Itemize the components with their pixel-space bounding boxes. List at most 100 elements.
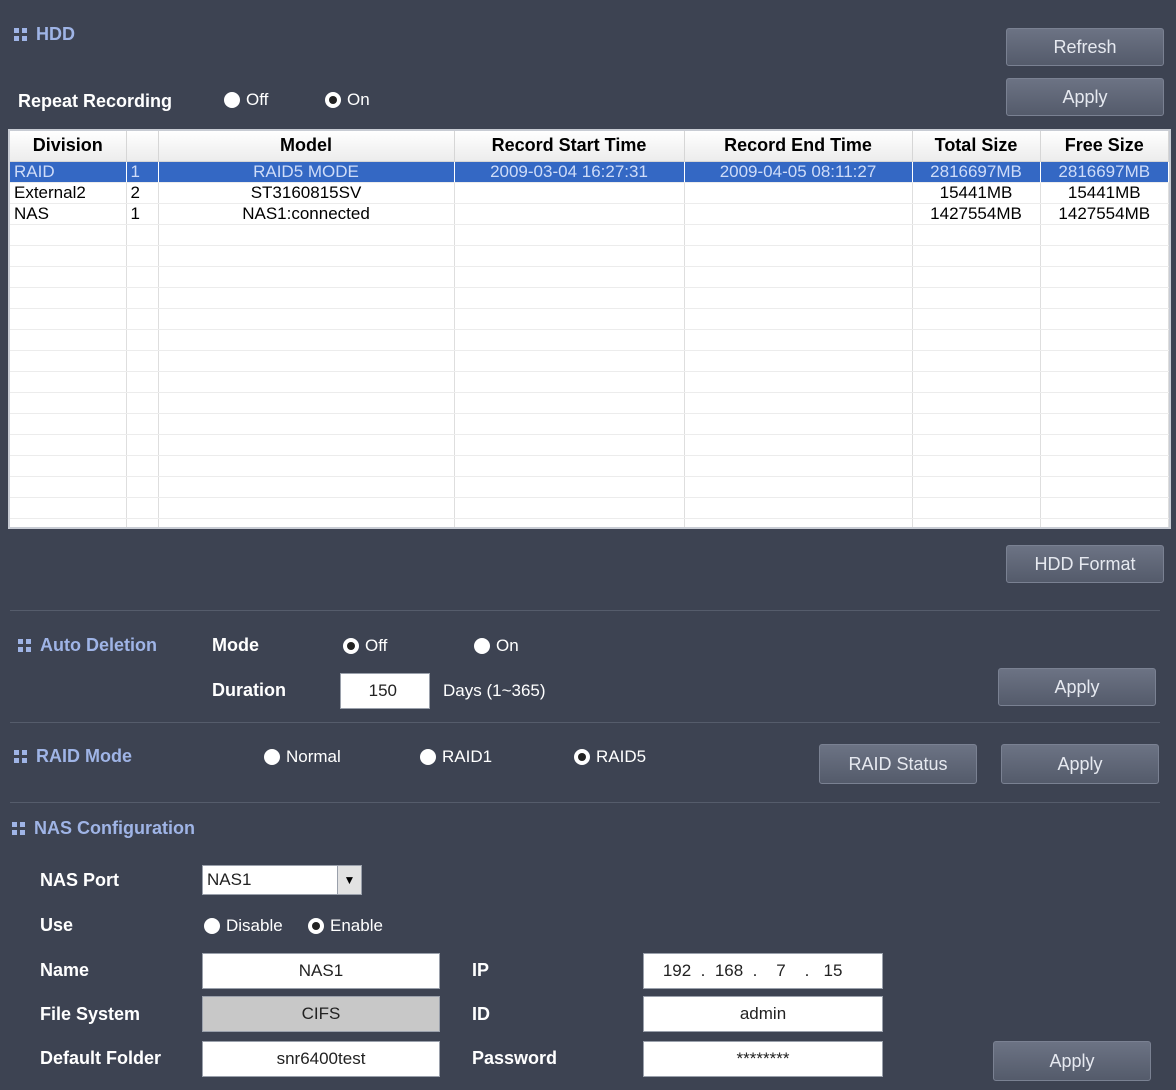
default-folder-input[interactable]: snr6400test [202, 1041, 440, 1077]
empty-row [10, 518, 1169, 527]
cell-start: 2009-03-04 16:27:31 [454, 161, 685, 183]
id-input[interactable]: admin [643, 996, 883, 1032]
radio-icon [474, 638, 490, 654]
grip-icon [12, 822, 25, 835]
nas-port-label: NAS Port [40, 870, 120, 890]
refresh-button[interactable]: Refresh [1006, 28, 1164, 66]
radio-label: Normal [286, 747, 341, 766]
col-model[interactable]: Model [158, 131, 455, 162]
table-row[interactable]: RAID 1 RAID5 MODE 2009-03-04 16:27:31 20… [10, 161, 1169, 183]
repeat-recording-off-radio[interactable]: Off [224, 90, 268, 110]
cell-total: 15441MB [912, 182, 1041, 204]
grip-icon [14, 750, 27, 763]
raid-status-button[interactable]: RAID Status [819, 744, 977, 784]
col-free-size[interactable]: Free Size [1040, 131, 1169, 162]
col-total-size[interactable]: Total Size [912, 131, 1041, 162]
empty-row [10, 308, 1169, 330]
password-label: Password [472, 1048, 558, 1068]
cell-total: 1427554MB [912, 203, 1041, 225]
cell-division: NAS [10, 203, 127, 225]
mode-label: Mode [212, 635, 259, 655]
cell-free: 2816697MB [1040, 161, 1169, 183]
hdd-section-title: HDD [14, 24, 75, 45]
col-number[interactable] [126, 131, 159, 162]
hdd-format-button[interactable]: HDD Format [1006, 545, 1164, 583]
section-divider [10, 610, 1160, 611]
table-row[interactable]: NAS 1 NAS1:connected 1427554MB 1427554MB [10, 203, 1169, 225]
duration-hint: Days (1~365) [443, 681, 546, 700]
raid-mode-title: RAID Mode [36, 746, 132, 766]
radio-label: Off [365, 636, 388, 655]
radio-icon [224, 92, 240, 108]
use-disable-radio[interactable]: Disable [204, 916, 283, 936]
col-record-end-time[interactable]: Record End Time [684, 131, 913, 162]
ip-dot: . [804, 961, 810, 980]
nas-name-input[interactable]: NAS1 [202, 953, 440, 989]
empty-row [10, 371, 1169, 393]
empty-row [10, 329, 1169, 351]
auto-deletion-off-radio[interactable]: Off [343, 636, 387, 656]
section-divider [10, 802, 1160, 803]
radio-icon [308, 918, 324, 934]
hdd-apply-button[interactable]: Apply [1006, 78, 1164, 116]
auto-deletion-on-radio[interactable]: On [474, 636, 519, 656]
ip-dot: . [700, 961, 706, 980]
nas-section-title: NAS Configuration [12, 818, 195, 839]
default-folder-label: Default Folder [40, 1048, 162, 1068]
name-label: Name [40, 960, 90, 980]
ip-octet-1[interactable]: 192 [662, 961, 692, 981]
col-division[interactable]: Division [10, 131, 127, 162]
radio-label: On [496, 636, 519, 655]
id-label: ID [472, 1004, 490, 1024]
empty-row [10, 287, 1169, 309]
chevron-down-icon[interactable]: ▼ [337, 866, 361, 894]
cell-total: 2816697MB [912, 161, 1041, 183]
raid1-radio[interactable]: RAID1 [420, 747, 492, 767]
cell-division: RAID [10, 161, 127, 183]
repeat-recording-on-radio[interactable]: On [325, 90, 370, 110]
cell-model: RAID5 MODE [158, 161, 455, 183]
empty-row [10, 413, 1169, 435]
nas-port-select[interactable]: NAS1 ▼ [202, 865, 362, 895]
radio-label: RAID1 [442, 747, 493, 766]
raid5-radio[interactable]: RAID5 [574, 747, 646, 767]
ip-input[interactable]: 192 . 168 . 7 . 15 [643, 953, 883, 989]
table-row[interactable]: External2 2 ST3160815SV 15441MB 15441MB [10, 182, 1169, 204]
radio-icon [574, 749, 590, 765]
empty-row [10, 497, 1169, 519]
use-label: Use [40, 915, 74, 935]
cell-start [454, 182, 685, 204]
auto-deletion-apply-button[interactable]: Apply [998, 668, 1156, 706]
empty-row [10, 224, 1169, 246]
radio-icon [204, 918, 220, 934]
auto-deletion-title: Auto Deletion [40, 635, 157, 655]
file-system-label: File System [40, 1004, 141, 1024]
raid-normal-radio[interactable]: Normal [264, 747, 341, 767]
radio-label: Off [246, 90, 269, 109]
radio-icon [420, 749, 436, 765]
duration-label: Duration [212, 680, 286, 700]
nas-apply-button[interactable]: Apply [993, 1041, 1151, 1081]
password-input[interactable]: ******** [643, 1041, 883, 1077]
ip-octet-4[interactable]: 15 [818, 961, 848, 981]
empty-row [10, 245, 1169, 267]
cell-number: 2 [126, 182, 159, 204]
cell-model: ST3160815SV [158, 182, 455, 204]
raid-mode-section-title: RAID Mode [14, 746, 132, 767]
radio-label: RAID5 [596, 747, 647, 766]
ip-dot: . [752, 961, 758, 980]
hdd-table[interactable]: Division Model Record Start Time Record … [8, 129, 1171, 529]
ip-octet-3[interactable]: 7 [766, 961, 796, 981]
ip-octet-2[interactable]: 168 [714, 961, 744, 981]
use-enable-radio[interactable]: Enable [308, 916, 383, 936]
col-record-start-time[interactable]: Record Start Time [454, 131, 685, 162]
cell-free: 1427554MB [1040, 203, 1169, 225]
repeat-recording-label: Repeat Recording [18, 91, 173, 111]
raid-apply-button[interactable]: Apply [1001, 744, 1159, 784]
duration-input[interactable]: 150 [340, 673, 430, 709]
cell-number: 1 [126, 161, 159, 183]
empty-row [10, 455, 1169, 477]
radio-icon [264, 749, 280, 765]
nas-port-value: NAS1 [207, 870, 252, 889]
hdd-grid: Division Model Record Start Time Record … [10, 131, 1169, 527]
